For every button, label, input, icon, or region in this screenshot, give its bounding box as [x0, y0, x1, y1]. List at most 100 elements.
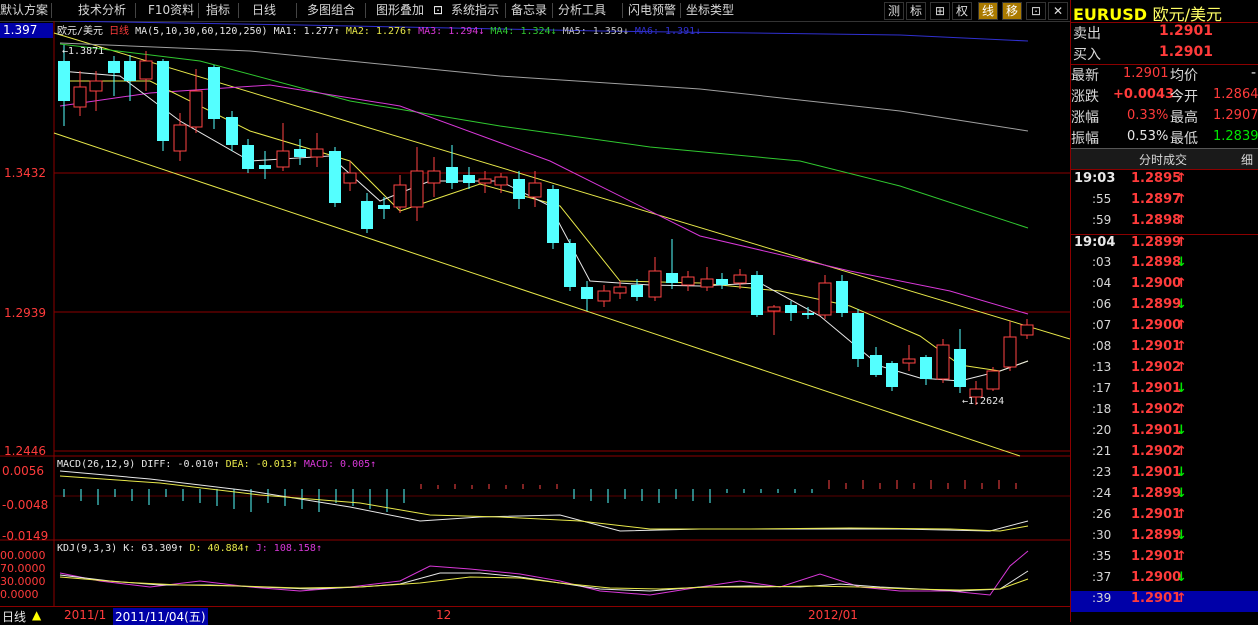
arrow-up-icon: ↑ — [1176, 235, 1187, 250]
tick-row: :17 1.2901 ↓ — [1071, 381, 1258, 402]
kdj-d-line — [59, 576, 1029, 591]
candle-body — [528, 182, 542, 198]
candle-body — [310, 148, 324, 158]
tick-time: 19:03 — [1074, 171, 1116, 186]
period-menu[interactable]: 日线 — [252, 2, 276, 19]
candle-body — [920, 357, 932, 379]
arrow-up-icon: ↑ — [1176, 549, 1187, 564]
period-label[interactable]: 日线 — [2, 608, 26, 625]
ma3-line — [59, 84, 1029, 315]
warning-icon[interactable]: ▲ — [32, 608, 41, 622]
ma4-value: MA4: 1.324↓ — [490, 26, 557, 37]
tick-price: 1.2900 — [1131, 276, 1182, 291]
tick-price: 1.2900 — [1131, 570, 1182, 585]
ma2-value: MA2: 1.276↑ — [345, 26, 413, 37]
ticks-header-label: 分时成交 — [1139, 153, 1188, 167]
move-button[interactable]: 移 — [1002, 2, 1022, 20]
tick-price: 1.2901 — [1131, 465, 1182, 480]
low-value: 1.2839 — [1213, 129, 1258, 144]
tick-row: :55 1.2897 ↑ — [1071, 192, 1258, 213]
candle-body — [276, 150, 290, 168]
lock-icon[interactable]: ⊡ — [433, 2, 443, 19]
line-button[interactable]: 线 — [978, 2, 998, 20]
alert-menu[interactable]: 闪电预警 — [628, 2, 676, 19]
candle-body — [513, 179, 525, 199]
tick-time: :07 — [1092, 318, 1112, 332]
tick-price: 1.2901 — [1131, 507, 1182, 522]
trend-line-lower — [53, 132, 1021, 457]
ticks-header[interactable]: 分时成交 细 — [1071, 148, 1258, 170]
close-icon[interactable]: ✕ — [1048, 2, 1068, 20]
date-axis: 日线 ▲ 2011/1 2011/11/04(五) 12 2012/01 — [0, 606, 1070, 625]
grid-icon[interactable]: ⊞ — [930, 2, 950, 20]
tick-time: :55 — [1092, 192, 1112, 206]
ma2-line — [60, 80, 1029, 372]
arrow-up-icon: ↑ — [1176, 360, 1187, 375]
measure-button[interactable]: 测 — [884, 2, 904, 20]
tick-price: 1.2901 — [1131, 381, 1182, 396]
scheme-menu[interactable]: 默认方案 — [0, 2, 48, 19]
macd-y-label: -0.0149 — [2, 529, 49, 543]
tick-time: :03 — [1092, 255, 1112, 269]
candle-body — [124, 61, 136, 81]
candle-body — [226, 117, 238, 145]
candle-body — [427, 170, 441, 184]
kdj-y-label: 30.0000 — [0, 575, 46, 588]
avg-value: - — [1251, 65, 1257, 81]
amplitude-value: 0.53% — [1127, 129, 1169, 144]
candle-body — [157, 61, 169, 141]
high-value: 1.2907 — [1213, 108, 1258, 123]
candle-body — [597, 290, 611, 302]
ma5-value: MA5: 1.359↓ — [562, 26, 629, 37]
toolbar-divider — [51, 3, 52, 18]
multi-chart-menu[interactable]: 多图组合 — [307, 2, 355, 19]
kdj-j: J: 108.158↑ — [255, 543, 322, 554]
tick-price: 1.2901 — [1131, 549, 1182, 564]
cursor-date: 2011/11/04(五) — [113, 608, 208, 625]
kdj-panel — [59, 550, 1029, 596]
candle-body — [89, 80, 103, 92]
candle-body — [564, 243, 576, 287]
tick-time: :04 — [1092, 276, 1112, 290]
overlay-menu[interactable]: 图形叠加 — [376, 2, 424, 19]
ma5-line — [59, 42, 1029, 132]
kline-chart[interactable] — [0, 21, 1070, 606]
quote-panel: EURUSD 欧元/美元 卖出 1.2901 买入 1.2901 最新 1.29… — [1070, 0, 1258, 622]
memo-menu[interactable]: 备忘录 — [511, 2, 547, 19]
toolbar: 默认方案 技术分析 F10资料 指标 日线 多图组合 图形叠加 ⊡ 系统指示 备… — [0, 0, 1070, 22]
window-icon[interactable]: ⊡ — [1026, 2, 1046, 20]
toolbar-divider — [135, 3, 136, 18]
high-annotation: ←1.3871 — [62, 46, 105, 57]
candle-body — [751, 275, 763, 315]
macd-diff-line — [59, 470, 1029, 532]
symbol-title: 欧元/美元 — [57, 26, 104, 37]
candle-body — [410, 170, 424, 208]
rights-button[interactable]: 权 — [952, 2, 972, 20]
tick-price: 1.2902 — [1131, 444, 1182, 459]
candle-body — [836, 281, 848, 313]
tick-row: :06 1.2899 ↓ — [1071, 297, 1258, 318]
candle-body — [681, 276, 695, 286]
toolbar-divider — [296, 3, 297, 18]
candle-body — [1003, 336, 1017, 368]
candle-body — [73, 86, 87, 108]
candle-body — [954, 349, 966, 387]
arrow-up-icon: ↑ — [1176, 402, 1187, 417]
f10-menu[interactable]: F10资料 — [148, 2, 194, 19]
candle-body — [547, 189, 559, 243]
indicator-menu[interactable]: 指标 — [206, 2, 230, 19]
analysis-tools-menu[interactable]: 分析工具 — [558, 2, 606, 19]
detail-toggle[interactable]: 细 — [1241, 151, 1253, 168]
tech-analysis-menu[interactable]: 技术分析 — [78, 2, 126, 19]
y-axis-label: 1.3432 — [4, 166, 46, 180]
tick-price: 1.2897 — [1131, 192, 1182, 207]
change-value: +0.0043 — [1113, 87, 1175, 102]
mark-button[interactable]: 标 — [906, 2, 926, 20]
candle-body — [478, 178, 492, 184]
system-signal-menu[interactable]: 系统指示 — [451, 2, 499, 19]
axis-type-menu[interactable]: 坐标类型 — [686, 2, 734, 19]
stat-row: 振幅 0.53% 最低 1.2839 — [1071, 128, 1258, 148]
toolbar-divider — [238, 3, 239, 18]
ma-spec: MA(5,10,30,60,120,250) — [135, 26, 268, 37]
tick-time: :39 — [1092, 591, 1112, 605]
